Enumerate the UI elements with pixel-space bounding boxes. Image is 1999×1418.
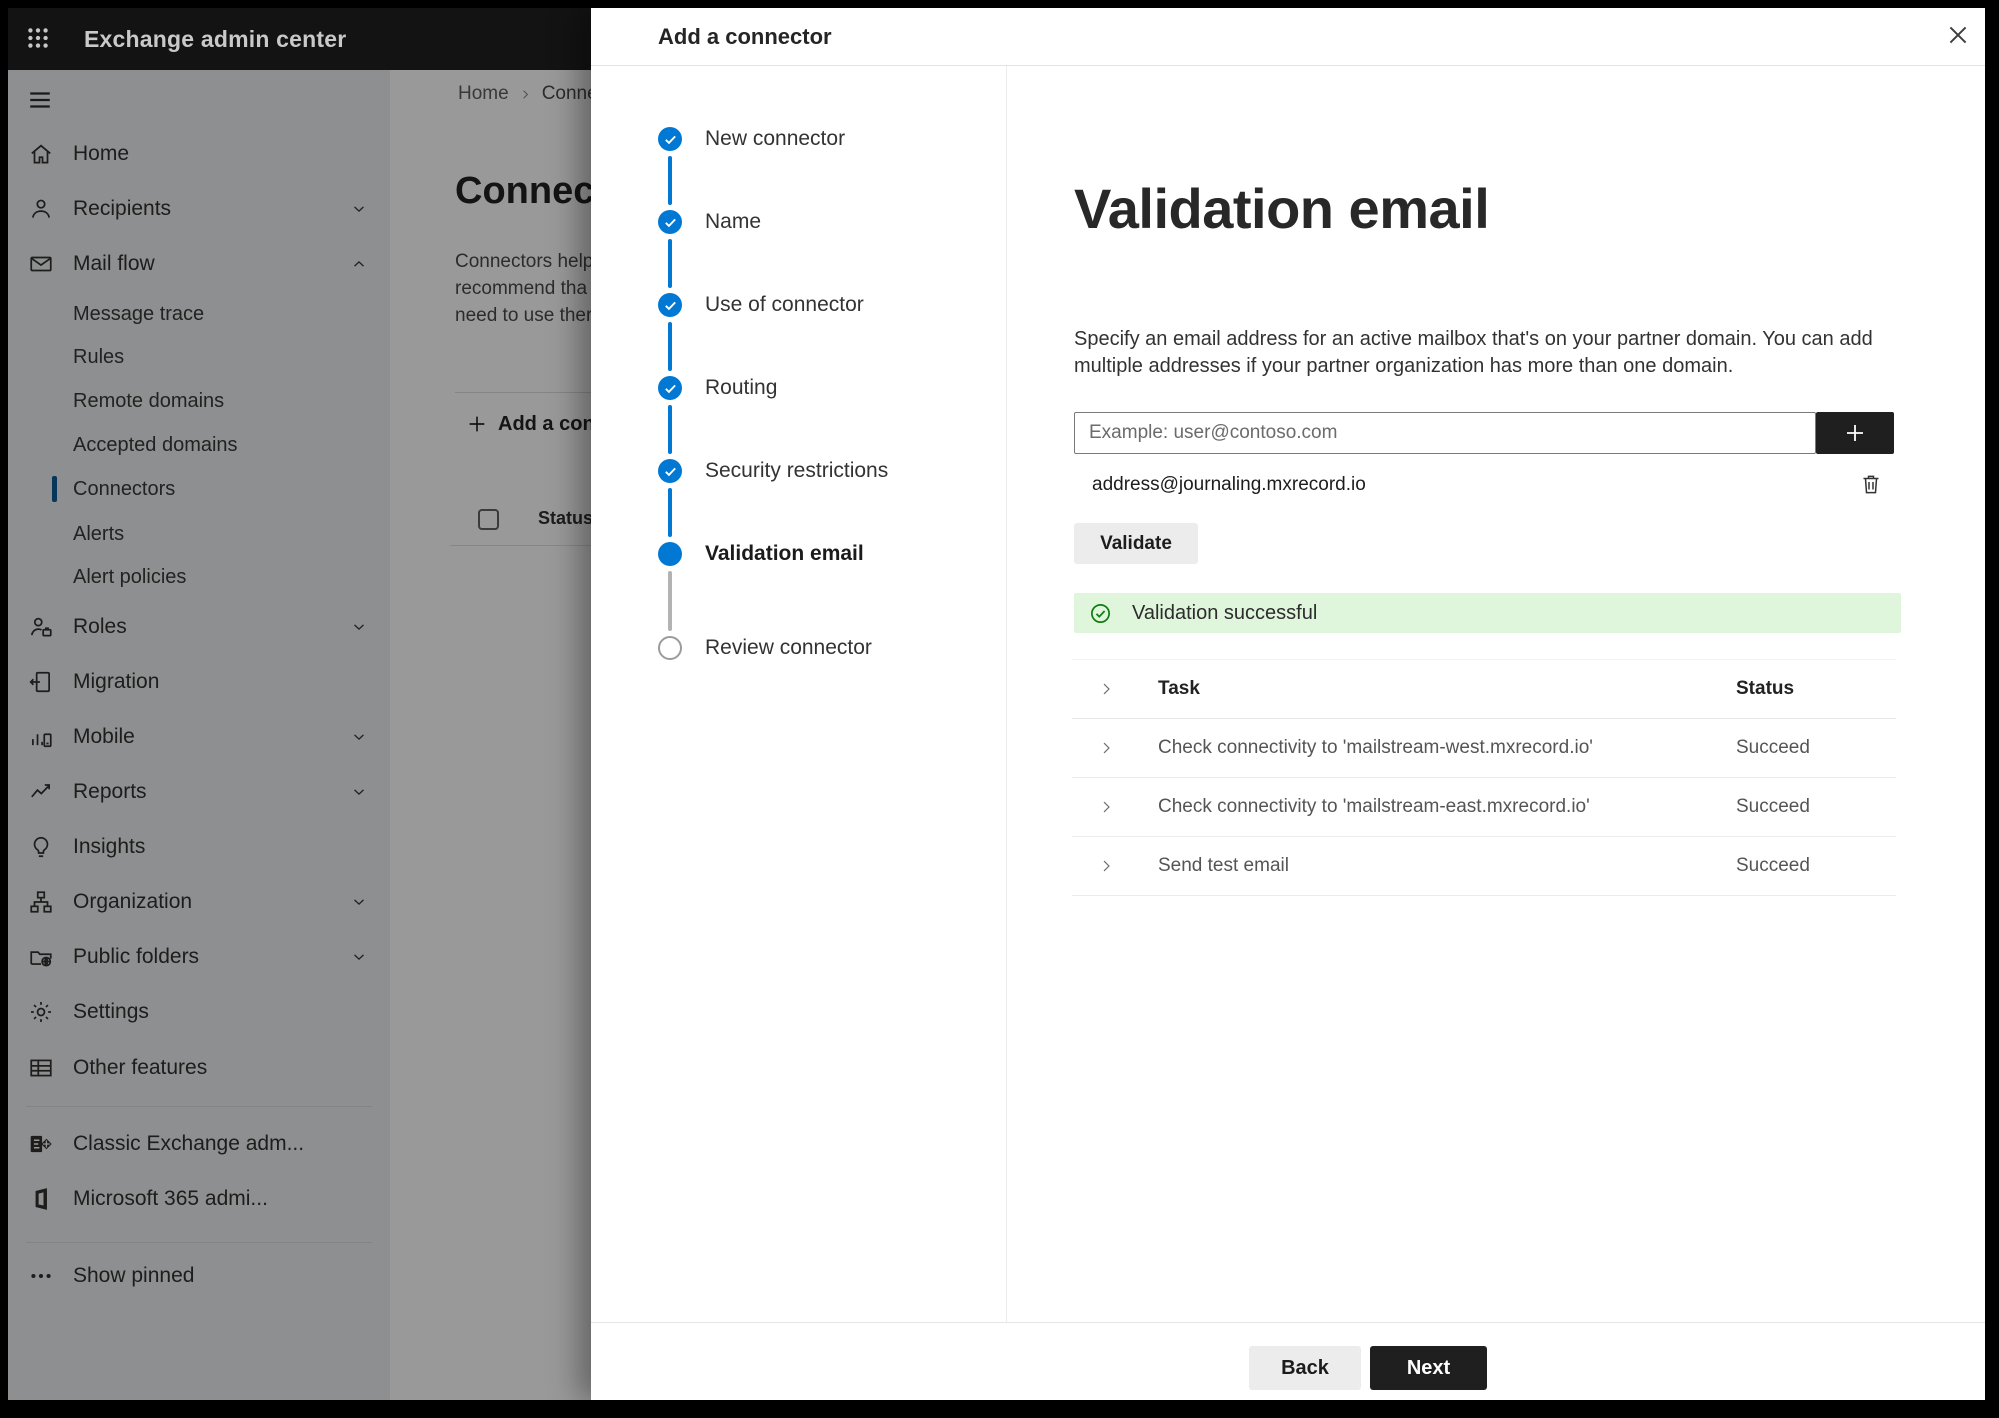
wizard-step-circle-validation-email[interactable] [658,542,682,566]
wizard-step-label-routing[interactable]: Routing [705,376,777,400]
step-description-line: multiple addresses if your partner organ… [1074,355,1734,377]
wizard-step-circle-security-restrictions[interactable] [658,459,682,483]
app-title: Exchange admin center [84,25,347,52]
check-icon [663,298,678,313]
expand-row-chevron-icon [1098,858,1115,875]
wizard-step-label-review-connector[interactable]: Review connector [705,636,872,660]
status-cell: Succeed [1736,737,1810,758]
wizard-step-circle-review-connector[interactable] [658,636,682,660]
trash-icon [1859,472,1883,496]
check-icon [663,132,678,147]
task-cell: Check connectivity to 'mailstream-west.m… [1158,737,1593,758]
validation-success-text: Validation successful [1132,601,1318,624]
back-button[interactable]: Back [1249,1346,1361,1390]
steps-content-divider [1006,66,1007,1322]
wizard-step-label-security-restrictions[interactable]: Security restrictions [705,459,888,483]
status-cell: Succeed [1736,855,1810,876]
step-description-line: Specify an email address for an active m… [1074,328,1873,350]
wizard-step-circle-new-connector[interactable] [658,127,682,151]
validation-success-banner: Validation successful [1074,593,1901,633]
wizard-step-circle-use-of-connector[interactable] [658,293,682,317]
step-connector-line [668,156,672,205]
status-cell: Succeed [1736,796,1810,817]
validation-task-table: Task Status Check connectivity to 'mails… [1072,659,1896,896]
success-check-icon [1089,602,1112,625]
waffle-icon [25,25,51,51]
wizard-step-circle-routing[interactable] [658,376,682,400]
app-window: Exchange admin center Home Recipients Mail… [8,8,1985,1400]
task-row: Check connectivity to 'mailstream-west.m… [1072,719,1896,778]
expand-all-chevron-icon[interactable] [1098,681,1115,698]
plus-icon [1843,421,1867,445]
next-button[interactable]: Next [1370,1346,1487,1390]
wizard-step-label-validation-email[interactable]: Validation email [705,542,864,566]
step-connector-line [668,322,672,371]
task-cell: Check connectivity to 'mailstream-east.m… [1158,796,1590,817]
expand-row-chevron-icon [1098,799,1115,816]
task-cell: Send test email [1158,855,1289,876]
wizard-step-circle-name[interactable] [658,210,682,234]
close-icon [1945,22,1971,48]
task-row: Check connectivity to 'mailstream-east.m… [1072,778,1896,837]
check-icon [663,215,678,230]
step-connector-line [668,405,672,454]
step-description: Specify an email address for an active m… [1074,326,1873,380]
app-launcher-waffle-icon[interactable] [24,25,52,53]
step-connector-line [668,488,672,537]
wizard-step-label-name[interactable]: Name [705,210,761,234]
panel-title: Add a connector [658,23,832,49]
add-connector-panel: Add a connector New connector Name Use of … [591,8,1985,1400]
step-connector-line [668,239,672,288]
status-column-header: Status [1736,678,1795,699]
wizard-step-label-use-of-connector[interactable]: Use of connector [705,293,864,317]
step-connector-line [668,571,672,631]
task-row: Send test email Succeed [1072,837,1896,896]
wizard-step-label-new-connector[interactable]: New connector [705,127,845,151]
delete-address-button[interactable] [1858,472,1884,498]
check-icon [663,381,678,396]
added-address-row: address@journaling.mxrecord.io [1074,470,1901,500]
added-address-text: address@journaling.mxrecord.io [1092,474,1366,495]
close-panel-button[interactable] [1943,21,1973,51]
task-column-header: Task [1158,678,1200,699]
step-heading: Validation email [1074,177,1490,240]
task-table-header-row: Task Status [1072,660,1896,719]
validate-button[interactable]: Validate [1074,523,1198,564]
panel-footer-divider [591,1322,1985,1323]
add-email-button[interactable] [1816,412,1894,454]
check-icon [663,464,678,479]
expand-row-chevron-icon [1098,740,1115,757]
email-address-input[interactable] [1074,412,1816,454]
panel-header: Add a connector [591,8,1985,66]
